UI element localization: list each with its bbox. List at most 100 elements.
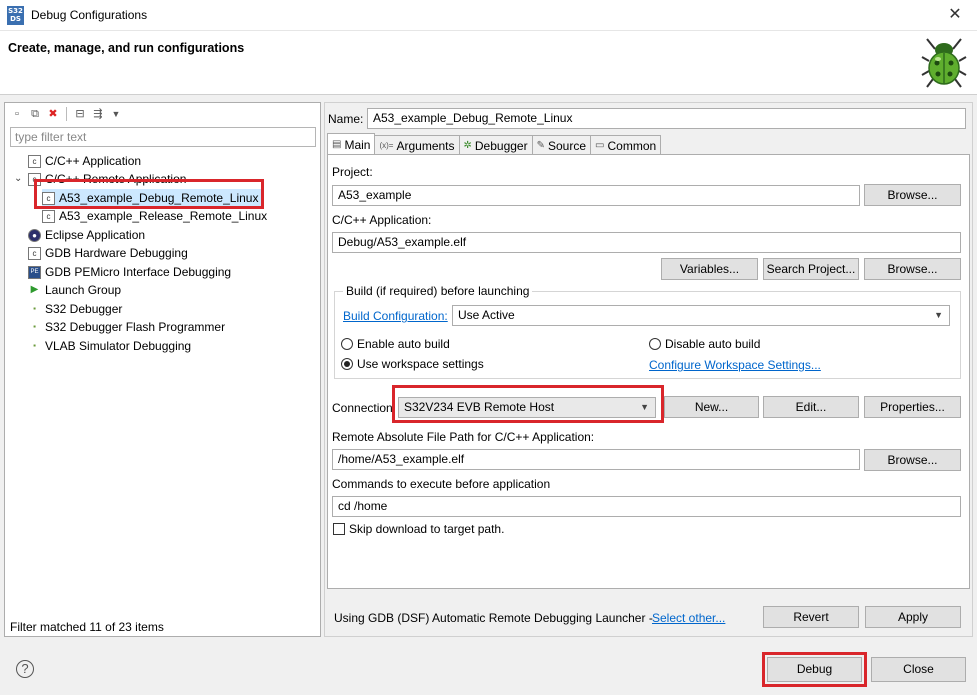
build-configuration-value: Use Active <box>458 308 515 322</box>
remote-path-browse-button[interactable]: Browse... <box>864 449 961 471</box>
close-icon[interactable]: ✕ <box>943 3 967 27</box>
c-app-icon: c <box>28 154 41 168</box>
tree-item-label: VLAB Simulator Debugging <box>45 339 192 353</box>
debug-bug-icon <box>921 38 967 88</box>
chevron-down-icon: ▼ <box>934 310 943 320</box>
tree-item-vlab[interactable]: ▪ VLAB Simulator Debugging <box>28 337 191 355</box>
tab-source[interactable]: ✎ Source <box>531 135 592 155</box>
tab-label: Main <box>344 137 371 152</box>
radio-circle <box>649 338 661 350</box>
remote-path-field[interactable]: /home/A53_example.elf <box>332 449 860 470</box>
chevron-down-icon[interactable]: ⌄ <box>14 173 22 184</box>
select-other-link[interactable]: Select other... <box>652 611 725 625</box>
checkbox-label: Skip download to target path. <box>349 522 505 536</box>
tree-item-c-app[interactable]: c C/C++ Application <box>28 152 141 170</box>
revert-button[interactable]: Revert <box>763 606 859 628</box>
radio-label: Use workspace settings <box>357 357 484 371</box>
tab-common[interactable]: ▭ Common <box>590 135 662 155</box>
tree-item-label: S32 Debugger <box>45 302 123 316</box>
tab-debugger[interactable]: ✲ Debugger <box>458 135 533 155</box>
selected-config-highlight <box>34 179 264 209</box>
vlab-icon: ▪ <box>28 339 41 353</box>
main-tab-icon: ▤ <box>332 138 342 150</box>
close-button[interactable]: Close <box>871 657 966 682</box>
tab-label: Debugger <box>474 138 528 153</box>
tree-item-launch-group[interactable]: ▶ Launch Group <box>28 281 121 299</box>
build-group: Build (if required) before launching Bui… <box>334 284 961 379</box>
left-toolbar: ▫ ⧉ ✖ ⊟ ⇶ ▼ <box>9 105 124 123</box>
help-icon[interactable]: ? <box>16 660 34 678</box>
app-field[interactable]: Debug/A53_example.elf <box>332 232 961 253</box>
filter-input[interactable] <box>10 127 316 147</box>
tab-main[interactable]: ▤ Main <box>327 133 376 155</box>
search-project-button[interactable]: Search Project... <box>763 258 859 280</box>
project-field[interactable]: A53_example <box>332 185 860 206</box>
configuration-tree-pane: ▫ ⧉ ✖ ⊟ ⇶ ▼ c C/C++ Application ⌄ c C/C+… <box>4 102 321 637</box>
banner-title: Create, manage, and run configurations <box>8 41 245 55</box>
variables-button[interactable]: Variables... <box>661 258 758 280</box>
window-title: Debug Configurations <box>31 8 148 22</box>
tab-label: Arguments <box>396 138 455 153</box>
app-label: C/C++ Application: <box>332 213 432 227</box>
radio-circle <box>341 338 353 350</box>
project-label: Project: <box>332 165 373 179</box>
name-field[interactable]: A53_example_Debug_Remote_Linux <box>367 108 966 129</box>
build-configuration-link[interactable]: Build Configuration: <box>343 309 448 323</box>
filter-icon[interactable]: ⇶ <box>90 106 106 122</box>
configure-workspace-link[interactable]: Configure Workspace Settings... <box>649 358 821 372</box>
use-workspace-radio[interactable]: Use workspace settings <box>341 357 484 371</box>
toolbar-separator <box>66 107 67 121</box>
delete-icon[interactable]: ✖ <box>45 106 61 122</box>
s32ds-app-icon: S32 DS <box>7 6 24 25</box>
name-label: Name: <box>328 112 364 126</box>
edit-connection-button[interactable]: Edit... <box>763 396 859 418</box>
tree-item-label: S32 Debugger Flash Programmer <box>45 320 226 334</box>
app-browse-button[interactable]: Browse... <box>864 258 961 280</box>
tree-item-gdb-pemicro[interactable]: PE GDB PEMicro Interface Debugging <box>28 263 231 281</box>
build-group-title: Build (if required) before launching <box>343 284 533 298</box>
enable-auto-build-radio[interactable]: Enable auto build <box>341 337 450 351</box>
eclipse-icon: ● <box>28 228 41 242</box>
build-configuration-select[interactable]: Use Active ▼ <box>452 305 950 326</box>
tree-item-gdb-hardware[interactable]: c GDB Hardware Debugging <box>28 244 188 262</box>
radio-label: Enable auto build <box>357 337 450 351</box>
tree-item-label: C/C++ Application <box>45 154 142 168</box>
project-browse-button[interactable]: Browse... <box>864 184 961 206</box>
c-config-icon: c <box>42 209 55 223</box>
tree-item-s32-debugger[interactable]: ▪ S32 Debugger <box>28 300 122 318</box>
tree-item-label: A53_example_Release_Remote_Linux <box>59 209 268 223</box>
s32-debugger-icon: ▪ <box>28 302 41 316</box>
connection-properties-button[interactable]: Properties... <box>864 396 961 418</box>
duplicate-icon[interactable]: ⧉ <box>27 106 43 122</box>
dialog-banner: Create, manage, and run configurations <box>0 31 977 95</box>
debug-button[interactable]: Debug <box>767 657 862 682</box>
tree-item-eclipse-app[interactable]: ● Eclipse Application <box>28 226 145 244</box>
tree-item-label: GDB Hardware Debugging <box>45 246 188 260</box>
filter-status: Filter matched 11 of 23 items <box>10 620 164 634</box>
tree-item-s32-flash[interactable]: ▪ S32 Debugger Flash Programmer <box>28 318 225 336</box>
tab-arguments[interactable]: (x)= Arguments <box>374 135 460 155</box>
view-menu-icon[interactable]: ▼ <box>108 106 124 122</box>
launcher-text: Using GDB (DSF) Automatic Remote Debuggi… <box>334 611 653 625</box>
arguments-tab-icon: (x)= <box>379 140 394 150</box>
tree-item-label: GDB PEMicro Interface Debugging <box>45 265 232 279</box>
new-config-icon[interactable]: ▫ <box>9 106 25 122</box>
tab-label: Source <box>548 138 587 153</box>
checkbox-square <box>333 523 345 535</box>
skip-download-checkbox[interactable]: Skip download to target path. <box>333 522 504 536</box>
apply-button[interactable]: Apply <box>865 606 961 628</box>
collapse-all-icon[interactable]: ⊟ <box>72 106 88 122</box>
connection-highlight <box>392 385 664 423</box>
debugger-tab-icon: ✲ <box>463 139 472 151</box>
main-tab-panel: Project: A53_example Browse... C/C++ App… <box>327 154 970 589</box>
new-connection-button[interactable]: New... <box>664 396 759 418</box>
title-bar: S32 DS Debug Configurations ✕ <box>0 0 977 31</box>
radio-label: Disable auto build <box>665 337 761 351</box>
launch-group-icon: ▶ <box>28 283 41 297</box>
tree-item-release-remote-linux[interactable]: c A53_example_Release_Remote_Linux <box>42 207 267 225</box>
disable-auto-build-radio[interactable]: Disable auto build <box>649 337 760 351</box>
commands-label: Commands to execute before application <box>332 477 551 491</box>
commands-field[interactable]: cd /home <box>332 496 961 517</box>
tree-item-label: Eclipse Application <box>45 228 146 242</box>
config-tabs: ▤ Main (x)= Arguments ✲ Debugger ✎ Source ▭ C… <box>327 133 662 155</box>
